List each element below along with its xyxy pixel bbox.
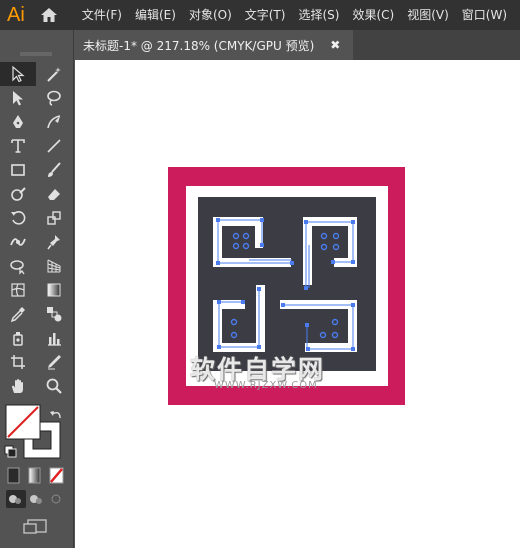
hand-icon[interactable]: [0, 374, 36, 398]
line-segment-icon[interactable]: [36, 134, 72, 158]
shape-builder-icon[interactable]: [0, 254, 36, 278]
gradient-icon[interactable]: [36, 278, 72, 302]
menu-file[interactable]: 文件(F): [82, 0, 122, 30]
watermark-url: WWW.RJZXW.COM: [214, 380, 318, 391]
selection-tool-icon[interactable]: [0, 62, 36, 86]
menu-edit[interactable]: 编辑(E): [135, 0, 176, 30]
type-icon[interactable]: [0, 134, 36, 158]
swap-colors-icon[interactable]: [50, 411, 61, 419]
app-logo: Ai: [7, 3, 25, 26]
screen-mode-icon[interactable]: [23, 519, 47, 534]
rotate-icon[interactable]: [0, 206, 36, 230]
pen-icon[interactable]: [0, 110, 36, 134]
panel-grip-icon[interactable]: [20, 52, 52, 56]
direct-selection-icon[interactable]: [0, 86, 36, 110]
eyedropper-icon[interactable]: [0, 302, 36, 326]
menu-bar: Ai 文件(F) 编辑(E) 对象(O) 文字(T) 选择(S) 效果(C) 视…: [0, 0, 520, 30]
canvas-area[interactable]: [75, 60, 520, 548]
width-tool-icon[interactable]: [0, 230, 36, 254]
menu-select[interactable]: 选择(S): [298, 0, 339, 30]
perspective-grid-icon[interactable]: [36, 254, 72, 278]
puppet-warp-icon[interactable]: [36, 230, 72, 254]
tools-grid: [0, 62, 72, 398]
menu-type[interactable]: 文字(T): [245, 0, 286, 30]
column-graph-icon[interactable]: [36, 326, 72, 350]
symbol-sprayer-icon[interactable]: [0, 326, 36, 350]
menu-object[interactable]: 对象(O): [189, 0, 232, 30]
color-controls: [4, 404, 64, 534]
rectangle-icon[interactable]: [0, 158, 36, 182]
paintbrush-icon[interactable]: [36, 158, 72, 182]
draw-inside-icon[interactable]: [51, 494, 61, 504]
color-mode-icon[interactable]: [7, 467, 20, 484]
artboard-icon[interactable]: [0, 350, 36, 374]
fill-swatch[interactable]: [5, 404, 41, 440]
lasso-icon[interactable]: [36, 86, 72, 110]
draw-behind-icon[interactable]: [30, 495, 42, 504]
menu-window[interactable]: 窗口(W): [462, 0, 507, 30]
close-icon[interactable]: ✖: [330, 38, 340, 52]
default-colors-icon[interactable]: [4, 445, 17, 458]
menu-effect[interactable]: 效果(C): [352, 0, 394, 30]
blend-icon[interactable]: [36, 302, 72, 326]
mesh-icon[interactable]: [0, 278, 36, 302]
artwork[interactable]: [75, 60, 520, 548]
eraser-icon[interactable]: [36, 182, 72, 206]
none-mode-icon[interactable]: [49, 467, 64, 484]
document-tab-title: 未标题-1* @ 217.18% (CMYK/GPU 预览): [83, 38, 315, 53]
menu-view[interactable]: 视图(V): [407, 0, 449, 30]
curvature-icon[interactable]: [36, 110, 72, 134]
document-tab[interactable]: 未标题-1* @ 217.18% (CMYK/GPU 预览) ✖: [75, 30, 353, 60]
shaper-icon[interactable]: [0, 182, 36, 206]
home-icon[interactable]: [32, 0, 66, 30]
scale-icon[interactable]: [36, 206, 72, 230]
document-tab-bar: 未标题-1* @ 217.18% (CMYK/GPU 预览) ✖: [75, 30, 520, 60]
gradient-mode-icon[interactable]: [28, 467, 41, 484]
zoom-icon[interactable]: [36, 374, 72, 398]
slice-icon[interactable]: [36, 350, 72, 374]
magic-wand-icon[interactable]: [36, 62, 72, 86]
